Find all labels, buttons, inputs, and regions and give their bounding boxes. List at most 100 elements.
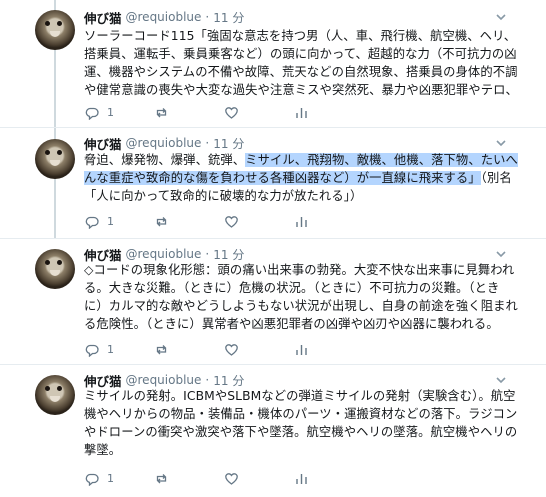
analytics-icon <box>296 107 307 118</box>
analytics-button[interactable] <box>294 103 309 121</box>
tweet[interactable]: 伸び猫 @requioblue · 11 分 脅迫、爆発物、爆弾、銃弾、ミサイル… <box>0 128 546 238</box>
tweet-actions: 1 <box>84 103 414 121</box>
reply-icon <box>85 344 99 357</box>
reply-count: 1 <box>107 105 114 119</box>
like-icon <box>225 472 238 485</box>
avatar[interactable] <box>35 375 75 415</box>
avatar[interactable] <box>35 10 75 50</box>
tweet-text-line: 機やヘリからの物品・装備品・機体のパーツ・運搬資材などの落下。ラジコン <box>84 405 517 423</box>
like-icon <box>225 343 238 356</box>
chevron-down-icon[interactable] <box>494 373 508 387</box>
tweet-text-line: やドローンの衝突や激突や落下や墜落。航空機やヘリの墜落。航空機やヘリの <box>84 423 517 441</box>
reply-button[interactable]: 1 <box>84 212 114 230</box>
analytics-icon <box>296 216 307 227</box>
reply-button[interactable]: 1 <box>84 340 114 358</box>
tweet-text-line: る。大きな災難。（ときに）危機の状況。（ときに）不可抗力の災難。（とき <box>84 279 509 297</box>
text-segment: る危険性。（ときに）異常者や凶悪犯罪者の凶弾や凶刃や凶器に襲われる。 <box>84 317 499 331</box>
tweet-actions: 1 <box>84 469 414 487</box>
chevron-down-icon[interactable] <box>494 10 508 24</box>
analytics-button[interactable] <box>294 212 309 230</box>
tweet-text-line: ソーラーコード115「強固な意志を持つ男（人、車、飛行機、航空機、ヘリ、 <box>84 27 516 45</box>
tweet-text-line: ミサイルの発射。ICBMやSLBMなどの弾道ミサイルの発射（実験含む）。航空 <box>84 387 515 405</box>
text-segment: や健常意識の喪失や大変な過失や注意ミスや突然死、暴力や凶悪犯罪やテロ、 <box>84 83 518 97</box>
reply-count: 1 <box>107 342 114 356</box>
analytics-button[interactable] <box>294 469 309 487</box>
text-segment: に）カルマ的な敵やどうしようもない状況が出現し、自身の前途を強く阻まれ <box>84 299 518 313</box>
tweet-text-line: 「人に向かって致命的に破壊的な力が放たれる」） <box>84 187 509 205</box>
user-handle[interactable]: @requioblue <box>126 373 202 387</box>
text-segment: ソーラーコード115「強固な意志を持つ男（人、車、飛行機、航空機、ヘリ、 <box>84 29 517 43</box>
like-button[interactable] <box>224 103 247 121</box>
retweet-button[interactable] <box>154 340 177 358</box>
tweet[interactable]: 伸び猫 @requioblue · 11 分 ◇コードの現象化形態：頭の痛い出来… <box>0 239 546 366</box>
tweet-text-line: る危険性。（ときに）異常者や凶悪犯罪者の凶弾や凶刃や凶器に襲われる。 <box>84 315 509 333</box>
chevron-down-icon[interactable] <box>494 136 508 150</box>
like-button[interactable] <box>224 212 247 230</box>
text-segment: ◇コードの現象化形態：頭の痛い出来事の勃発。大変不快な出来事に見舞われ <box>84 263 515 277</box>
reply-count: 1 <box>107 471 114 485</box>
like-button[interactable] <box>224 469 247 487</box>
tweet-text-line: 搭乗員、運転手、乗員乗客など）の頭に向かって、超越的な力（不可抗力の凶 <box>84 45 517 63</box>
text-segment: 機やヘリからの物品・装備品・機体のパーツ・運搬資材などの落下。ラジコン <box>84 407 518 421</box>
separator-dot: · <box>205 10 210 24</box>
text-segment: （別名 <box>480 171 512 185</box>
reply-count: 1 <box>107 214 114 228</box>
avatar[interactable] <box>35 139 75 179</box>
retweet-icon <box>156 216 167 226</box>
reply-icon <box>85 107 99 120</box>
display-name[interactable]: 伸び猫 <box>84 134 122 153</box>
tweet-text: ミサイルの発射。ICBMやSLBMなどの弾道ミサイルの発射（実験含む）。航空 機や… <box>84 387 517 459</box>
selected-text: んな重症や致命的な傷を負わせる各種凶器など）が一直線に飛来する」 <box>84 171 481 185</box>
tweet-feed: 伸び猫 @requioblue · 11 分 ソーラーコード115「強固な意志を… <box>0 0 546 497</box>
text-segment: やドローンの衝突や激突や落下や墜落。航空機やヘリの墜落。航空機やヘリの <box>84 425 518 439</box>
like-button[interactable] <box>224 340 247 358</box>
like-icon <box>225 106 238 119</box>
retweet-icon <box>156 473 167 483</box>
user-handle[interactable]: @requioblue <box>126 10 202 24</box>
tweet-text: 脅迫、爆発物、爆弾、銃弾、ミサイル、飛翔物、敵機、他機、落下物、たいへ んな重症や… <box>84 151 518 205</box>
tweet-text-line: 脅迫、爆発物、爆弾、銃弾、ミサイル、飛翔物、敵機、他機、落下物、たいへ <box>84 151 518 169</box>
text-segment: 搭乗員、運転手、乗員乗客など）の頭に向かって、超越的な力（不可抗力の凶 <box>84 47 517 61</box>
tweet-text-line: 撃墜。 <box>84 441 509 459</box>
tweet-text: ◇コードの現象化形態：頭の痛い出来事の勃発。大変不快な出来事に見舞われ る。大きな… <box>84 261 518 333</box>
timestamp[interactable]: 11 分 <box>213 246 244 263</box>
text-segment: る。大きな災難。（ときに）危機の状況。（ときに）不可抗力の災難。（とき <box>84 281 500 295</box>
retweet-button[interactable] <box>154 103 177 121</box>
reply-button[interactable]: 1 <box>84 469 114 487</box>
retweet-icon <box>156 107 167 117</box>
tweet-actions: 1 <box>84 340 414 358</box>
retweet-button[interactable] <box>154 469 177 487</box>
retweet-icon <box>156 344 167 354</box>
avatar[interactable] <box>35 249 75 289</box>
tweet-actions: 1 <box>84 212 414 230</box>
tweet-text-line: や健常意識の喪失や大変な過失や注意ミスや突然死、暴力や凶悪犯罪やテロ、 <box>84 81 518 99</box>
selected-text: ミサイル、飛翔物、敵機、他機、落下物、たいへ <box>245 153 518 167</box>
separator-dot: · <box>205 136 210 150</box>
analytics-icon <box>296 344 307 355</box>
text-segment: 脅迫、爆発物、爆弾、銃弾、 <box>84 153 246 167</box>
timestamp[interactable]: 11 分 <box>213 372 244 389</box>
reply-icon <box>85 216 99 229</box>
text-segment: ミサイルの発射。ICBMやSLBMなどの弾道ミサイルの発射（実験含む）。航空 <box>84 389 516 403</box>
like-icon <box>225 215 238 228</box>
tweet-text-line: ◇コードの現象化形態：頭の痛い出来事の勃発。大変不快な出来事に見舞われ <box>84 261 514 279</box>
timestamp[interactable]: 11 分 <box>213 135 244 152</box>
user-handle[interactable]: @requioblue <box>126 247 202 261</box>
tweet[interactable]: 伸び猫 @requioblue · 11 分 ソーラーコード115「強固な意志を… <box>0 0 546 127</box>
text-segment: 撃墜。 <box>84 443 122 457</box>
timestamp[interactable]: 11 分 <box>213 9 244 26</box>
chevron-down-icon[interactable] <box>494 247 508 261</box>
user-handle[interactable]: @requioblue <box>126 136 202 150</box>
separator-dot: · <box>205 373 210 387</box>
reply-icon <box>85 473 99 486</box>
tweet-text-line: 運、機器やシステムの不備や故障、荒天などの自然現象、搭乗員の身体的不調 <box>84 63 517 81</box>
tweet-text-line: に）カルマ的な敵やどうしようもない状況が出現し、自身の前途を強く阻まれ <box>84 297 518 315</box>
analytics-button[interactable] <box>294 340 309 358</box>
text-segment: 「人に向かって致命的に破壊的な力が放たれる」） <box>84 189 363 203</box>
tweet[interactable]: 伸び猫 @requioblue · 11 分 ミサイルの発射。ICBMやSLBM… <box>0 365 546 497</box>
separator-dot: · <box>205 247 210 261</box>
retweet-button[interactable] <box>154 212 177 230</box>
display-name[interactable]: 伸び猫 <box>84 8 122 27</box>
reply-button[interactable]: 1 <box>84 103 114 121</box>
tweet-text-line: んな重症や致命的な傷を負わせる各種凶器など）が一直線に飛来する」（別名 <box>84 169 512 187</box>
